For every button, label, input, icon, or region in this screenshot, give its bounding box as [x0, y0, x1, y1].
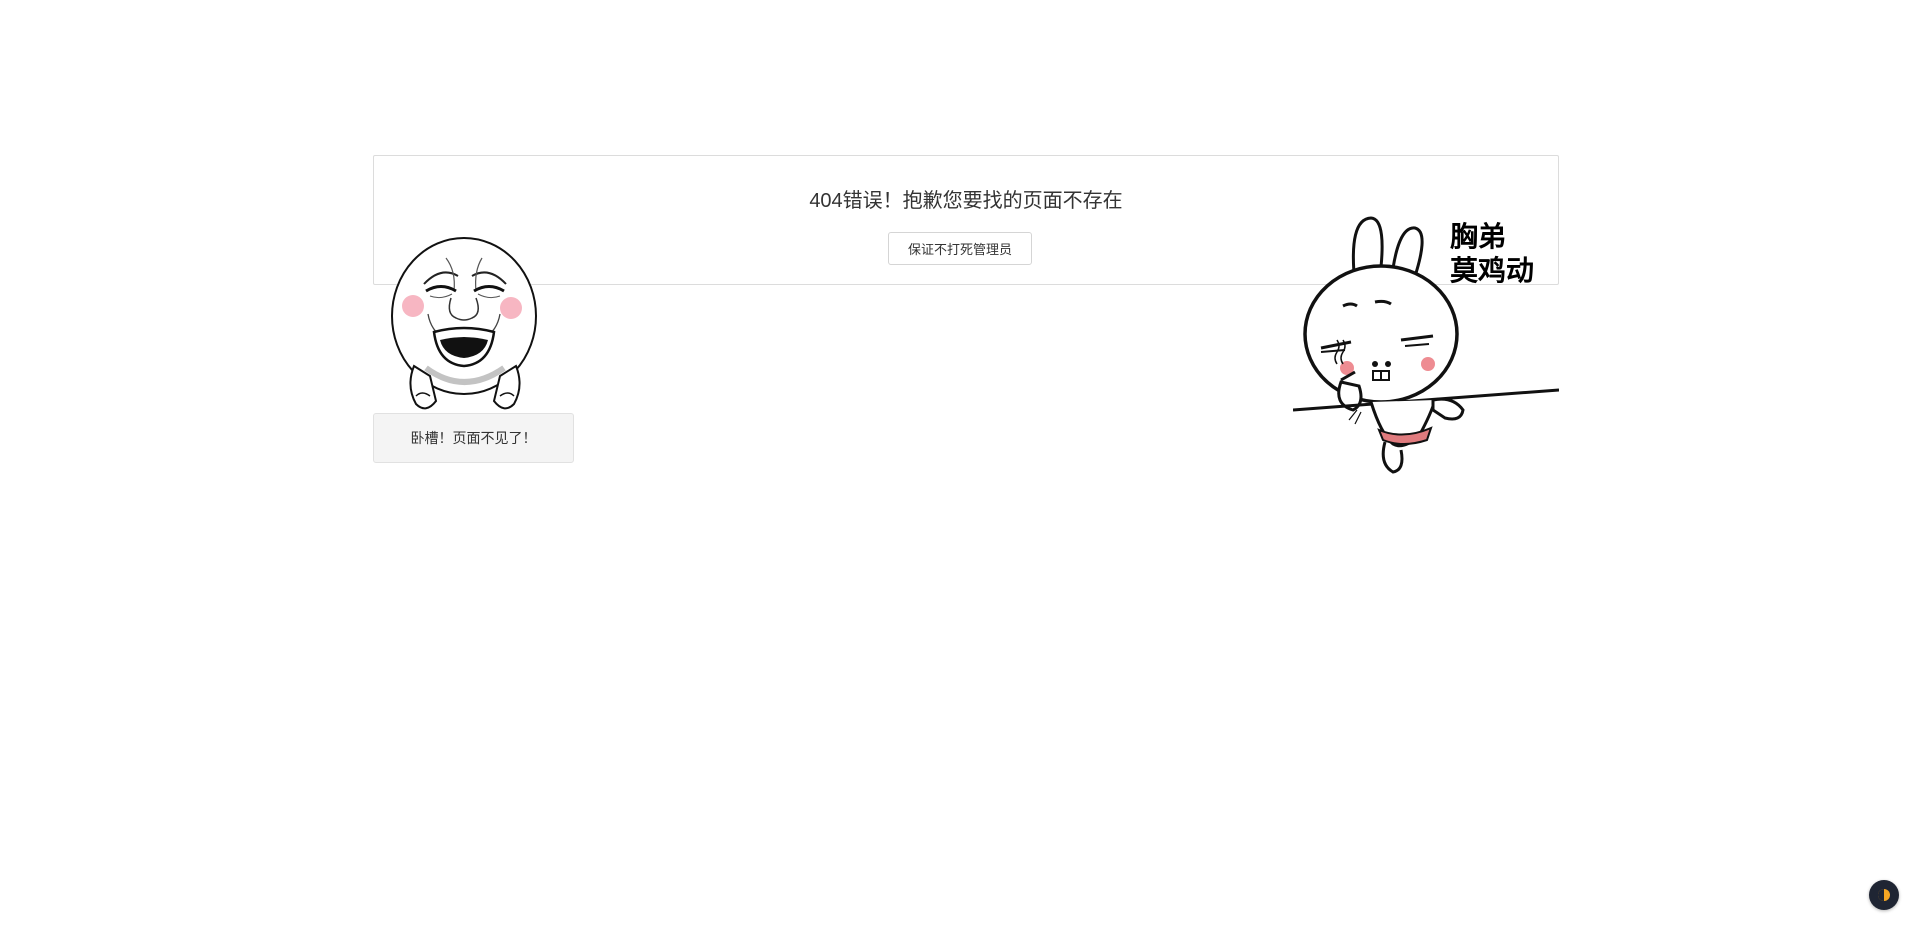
speech-box: 卧槽！页面不见了！ [373, 413, 574, 463]
rabbit-caption-line-2: 莫鸡动 [1450, 254, 1535, 287]
rabbit-head [1303, 264, 1459, 404]
half-moon-icon [1878, 889, 1890, 901]
laughing-face-illustration [391, 237, 537, 410]
theme-toggle-button[interactable] [1869, 880, 1899, 910]
page: 404错误！抱歉您要找的页面不存在 保证不打死管理员 卧槽！页面不见了！ 胸弟 … [0, 0, 1920, 937]
left-cheek [402, 295, 424, 317]
right-cheek [500, 297, 522, 319]
rabbit-caption-line-1: 胸弟 [1450, 220, 1507, 253]
error-title: 404错误！抱歉您要找的页面不存在 [809, 190, 1123, 212]
contact-admin-button[interactable]: 保证不打死管理员 [888, 232, 1032, 265]
rabbit-caption: 胸弟 莫鸡动 [1450, 220, 1534, 288]
rabbit-right-cheek [1421, 357, 1435, 371]
